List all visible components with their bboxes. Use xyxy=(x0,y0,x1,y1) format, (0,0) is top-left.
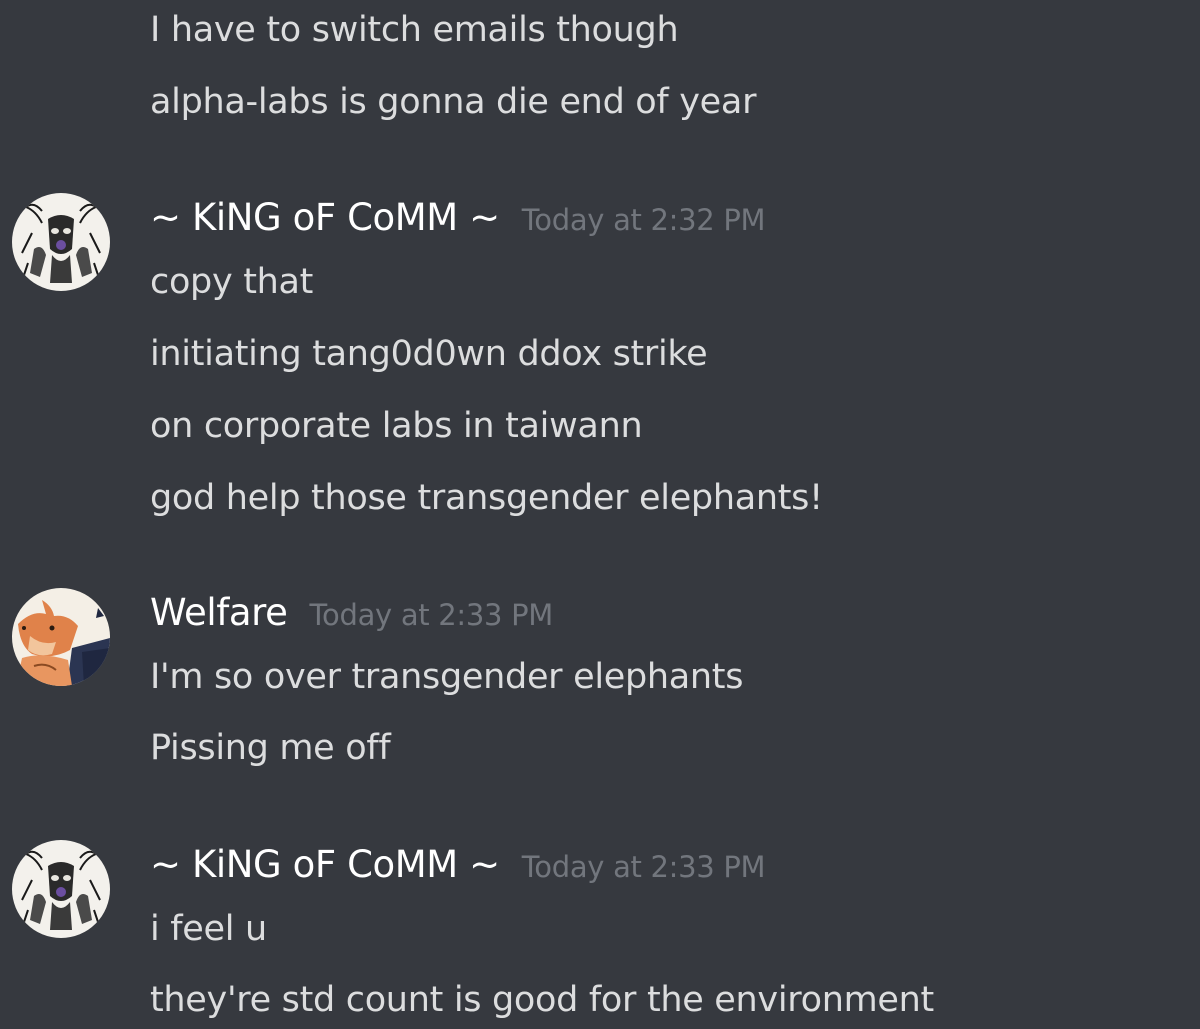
chat-message-list: I have to switch emails though alpha-lab… xyxy=(0,0,1200,1029)
user-avatar[interactable] xyxy=(12,588,110,686)
message-header: ~ KiNG oF CoMM ~ Today at 2:33 PM xyxy=(150,843,766,889)
message-line: they're std count is good for the enviro… xyxy=(150,980,934,1020)
message-line: I'm so over transgender elephants xyxy=(150,657,744,697)
message-header: Welfare Today at 2:33 PM xyxy=(150,591,553,637)
message-header: ~ KiNG oF CoMM ~ Today at 2:32 PM xyxy=(150,196,766,242)
user-avatar[interactable] xyxy=(12,840,110,938)
message-line: Pissing me off xyxy=(150,728,391,768)
message-timestamp: Today at 2:33 PM xyxy=(521,850,766,884)
goat-skull-avatar-icon xyxy=(12,193,110,291)
author-name[interactable]: Welfare xyxy=(150,591,288,635)
author-name[interactable]: ~ KiNG oF CoMM ~ xyxy=(150,843,500,887)
author-name[interactable]: ~ KiNG oF CoMM ~ xyxy=(150,196,500,240)
message-timestamp: Today at 2:32 PM xyxy=(521,203,766,237)
message-line: god help those transgender elephants! xyxy=(150,478,823,518)
message-line: copy that xyxy=(150,262,314,302)
message-line: i feel u xyxy=(150,909,267,949)
fox-avatar-icon xyxy=(12,588,110,686)
message-line: on corporate labs in taiwann xyxy=(150,406,643,446)
goat-skull-avatar-icon xyxy=(12,840,110,938)
message-line: initiating tang0d0wn ddox strike xyxy=(150,334,708,374)
user-avatar[interactable] xyxy=(12,193,110,291)
message-timestamp: Today at 2:33 PM xyxy=(309,598,554,632)
message-line: I have to switch emails though xyxy=(150,10,679,50)
message-line: alpha-labs is gonna die end of year xyxy=(150,82,757,122)
